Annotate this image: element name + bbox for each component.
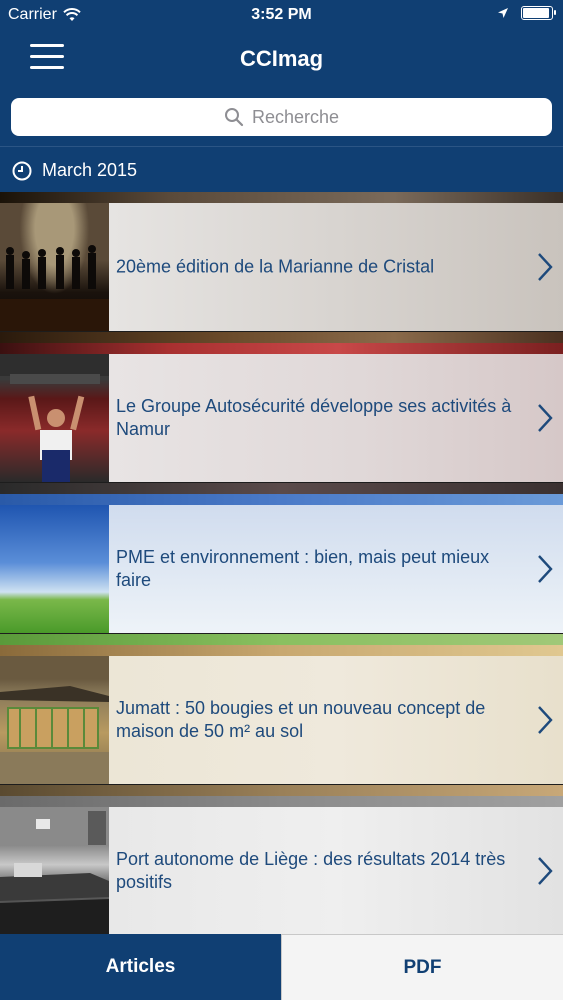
location-arrow-icon: [498, 8, 508, 18]
battery-icon: [521, 6, 556, 20]
section-header: March 2015: [12, 160, 137, 181]
header: Carrier 3:52 PM CCImag Recherche March 2…: [0, 0, 563, 192]
chevron-right-icon: [538, 404, 553, 432]
chevron-right-icon: [538, 555, 553, 583]
divider: [0, 146, 563, 147]
article-panel: Port autonome de Liège : des résultats 2…: [109, 807, 563, 934]
article-title: Le Groupe Autosécurité développe ses act…: [116, 396, 512, 439]
status-time: 3:52 PM: [251, 6, 312, 23]
article-row[interactable]: PME et environnement : bien, mais peut m…: [0, 494, 563, 645]
article-row[interactable]: Jumatt : 50 bougies et un nouveau concep…: [0, 645, 563, 796]
article-thumbnail: [0, 354, 109, 482]
chevron-right-icon: [538, 253, 553, 281]
search-icon: [224, 108, 244, 127]
search-input[interactable]: Recherche: [11, 98, 552, 136]
search-placeholder: Recherche: [251, 106, 340, 127]
status-bar: Carrier 3:52 PM: [0, 0, 563, 30]
article-row[interactable]: Port autonome de Liège : des résultats 2…: [0, 796, 563, 934]
article-row[interactable]: Le Groupe Autosécurité développe ses act…: [0, 343, 563, 494]
article-thumbnail: [0, 505, 109, 633]
article-thumbnail: [0, 203, 109, 331]
chevron-right-icon: [538, 857, 553, 885]
article-thumbnail: [0, 656, 109, 784]
article-list: 20ème édition de la Marianne de Cristal …: [0, 192, 563, 934]
status-right: [497, 6, 556, 20]
article-title: Jumatt : 50 bougies et un nouveau concep…: [116, 698, 486, 741]
article-panel: 20ème édition de la Marianne de Cristal: [109, 203, 563, 331]
tab-pdf[interactable]: PDF: [281, 934, 563, 1000]
battery-fill: [523, 8, 549, 18]
section-label: March 2015: [42, 160, 138, 180]
article-title: PME et environnement : bien, mais peut m…: [116, 547, 490, 590]
article-row[interactable]: 20ème édition de la Marianne de Cristal: [0, 192, 563, 343]
article-thumbnail: [0, 807, 109, 934]
article-panel: Le Groupe Autosécurité développe ses act…: [109, 354, 563, 482]
tab-articles[interactable]: Articles: [0, 934, 281, 1000]
clock-icon: [12, 161, 32, 180]
chevron-right-icon: [538, 706, 553, 734]
nav-bar: CCImag: [0, 30, 563, 88]
article-panel: PME et environnement : bien, mais peut m…: [109, 505, 563, 633]
article-title: Port autonome de Liège : des résultats 2…: [116, 849, 506, 892]
article-panel: Jumatt : 50 bougies et un nouveau concep…: [109, 656, 563, 784]
article-title: 20ème édition de la Marianne de Cristal: [116, 256, 435, 277]
app-title: CCImag: [239, 46, 324, 71]
tab-bar: Articles PDF: [0, 934, 563, 1000]
